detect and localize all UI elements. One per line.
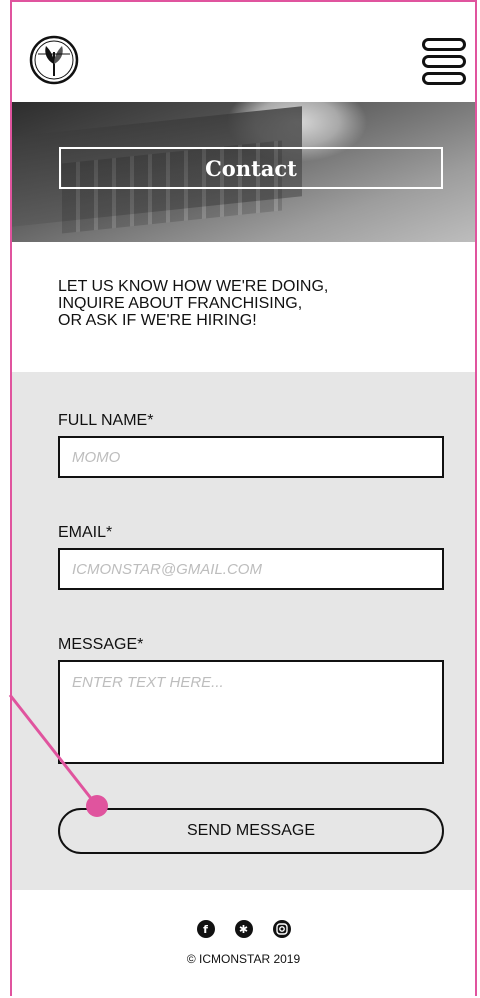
facebook-icon[interactable]: f xyxy=(196,920,215,938)
message-label: MESSAGE* xyxy=(58,636,144,653)
intro-line: INQUIRE ABOUT FRANCHISING, xyxy=(58,295,303,312)
menu-bar-icon xyxy=(422,55,466,68)
social-links: f ✱ xyxy=(12,920,475,938)
message-textarea[interactable] xyxy=(58,660,444,764)
full-name-label: FULL NAME* xyxy=(58,412,154,429)
top-bar xyxy=(12,2,475,102)
intro-line: OR ASK IF WE'RE HIRING! xyxy=(58,312,257,329)
yelp-icon[interactable]: ✱ xyxy=(234,920,253,938)
page-title: Contact xyxy=(59,147,443,189)
hero-banner: Contact xyxy=(12,102,475,242)
intro-line: LET US KNOW HOW WE'RE DOING, xyxy=(58,278,329,295)
footer: f ✱ © ICMONSTAR 2019 xyxy=(12,890,475,996)
page-frame: Contact LET US KNOW HOW WE'RE DOING, INQ… xyxy=(10,0,477,996)
hamburger-menu-icon[interactable] xyxy=(422,38,470,90)
email-input[interactable] xyxy=(58,548,444,590)
menu-bar-icon xyxy=(422,38,466,51)
intro-text: LET US KNOW HOW WE'RE DOING, INQUIRE ABO… xyxy=(58,278,438,329)
full-name-input[interactable] xyxy=(58,436,444,478)
copyright-text: © ICMONSTAR 2019 xyxy=(186,952,301,966)
send-message-button[interactable]: SEND MESSAGE xyxy=(58,808,444,854)
contact-form: FULL NAME* EMAIL* MESSAGE* SEND MESSAGE xyxy=(12,372,475,890)
email-label: EMAIL* xyxy=(58,524,113,541)
logo-icon[interactable] xyxy=(28,34,80,86)
menu-bar-icon xyxy=(422,72,466,85)
instagram-icon[interactable] xyxy=(272,920,291,938)
